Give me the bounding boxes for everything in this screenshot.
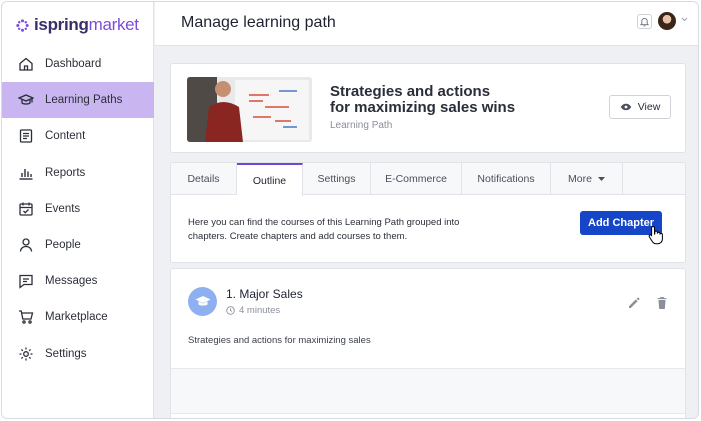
sidebar-item-reports[interactable]: Reports (2, 155, 154, 191)
home-icon (18, 56, 34, 72)
chevron-down-icon[interactable] (681, 17, 688, 22)
caret-down-icon (597, 177, 605, 181)
chapter-card: 1. Major Sales 4 minutes Strategies and … (170, 268, 686, 418)
chapter-title[interactable]: 1. Major Sales (226, 287, 303, 301)
sidebar-nav: Dashboard Learning Paths Content Reports (2, 46, 154, 372)
learning-path-thumbnail (187, 77, 312, 142)
tab-notifications[interactable]: Notifications (462, 163, 551, 195)
sidebar-item-dashboard[interactable]: Dashboard (2, 46, 154, 82)
sidebar-item-label: Settings (45, 347, 87, 360)
tab-label: Settings (317, 173, 356, 185)
logo-icon (16, 18, 29, 32)
tab-label: Details (187, 173, 220, 185)
outline-card: Details Outline Settings E-Commerce Noti… (170, 162, 686, 263)
sidebar-item-marketplace[interactable]: Marketplace (2, 299, 154, 335)
tab-label: More (568, 173, 592, 185)
tab-more[interactable]: More (551, 163, 623, 195)
sidebar-item-label: Events (45, 202, 81, 215)
bar-chart-icon (18, 165, 34, 181)
app-window: ispringmarket Dashboard Learning Paths C… (1, 1, 699, 419)
learning-path-title-line: for maximizing sales wins (330, 99, 516, 116)
chapter-graduation-cap-icon (188, 287, 217, 316)
cart-icon (18, 309, 34, 325)
notification-bell-icon[interactable] (637, 14, 652, 29)
pencil-icon[interactable] (628, 297, 640, 309)
sidebar-item-people[interactable]: People (2, 227, 154, 263)
sidebar-item-label: Dashboard (45, 58, 102, 70)
logo[interactable]: ispringmarket (15, 14, 139, 36)
sidebar-item-events[interactable]: Events (2, 191, 154, 227)
sidebar-item-label: Reports (45, 166, 86, 179)
logo-text-bold: ispring (34, 15, 89, 34)
gear-icon (18, 346, 34, 362)
calendar-icon (18, 201, 34, 217)
sidebar-item-content[interactable]: Content (2, 118, 154, 154)
tab-label: Outline (252, 174, 287, 187)
sidebar-item-label: Messages (45, 275, 98, 288)
sidebar-item-messages[interactable]: Messages (2, 263, 154, 299)
chapter-course-drop-area (171, 369, 685, 413)
sidebar: ispringmarket Dashboard Learning Paths C… (2, 2, 154, 418)
chapter-description: Strategies and actions for maximizing sa… (188, 335, 371, 346)
learning-path-title-line: Strategies and actions (330, 83, 491, 100)
sidebar-item-label: Learning Paths (45, 94, 123, 107)
view-button[interactable]: View (609, 95, 671, 119)
message-icon (18, 273, 34, 289)
graduation-cap-icon (18, 92, 34, 108)
divider (171, 413, 685, 414)
page-title: Manage learning path (181, 14, 336, 31)
sidebar-item-settings[interactable]: Settings (2, 336, 154, 372)
outline-description: Here you can find the courses of this Le… (188, 217, 460, 242)
learning-path-title: Strategies and actions for maximizing sa… (330, 84, 515, 116)
logo-text-light: market (88, 15, 139, 34)
tab-label: E-Commerce (385, 173, 447, 185)
clock-icon (226, 306, 235, 315)
sidebar-item-learning-paths[interactable]: Learning Paths (2, 82, 154, 119)
document-icon (18, 128, 34, 144)
chapter-duration: 4 minutes (226, 305, 280, 316)
hand-cursor-icon (648, 225, 663, 245)
add-chapter-label: Add Chapter (588, 217, 654, 229)
sidebar-item-label: Content (45, 130, 86, 143)
sidebar-item-label: People (45, 238, 81, 251)
tab-outline[interactable]: Outline (237, 163, 303, 196)
tab-details[interactable]: Details (171, 163, 237, 195)
tab-e-commerce[interactable]: E-Commerce (371, 163, 462, 195)
tab-bar: Details Outline Settings E-Commerce Noti… (171, 163, 685, 196)
chapter-duration-text: 4 minutes (239, 305, 281, 316)
learning-path-type: Learning Path (330, 120, 393, 131)
trash-icon[interactable] (657, 297, 667, 309)
view-button-label: View (637, 101, 661, 113)
person-icon (18, 237, 34, 253)
learning-path-card: Strategies and actions for maximizing sa… (170, 63, 686, 153)
avatar[interactable] (658, 12, 676, 30)
tab-settings[interactable]: Settings (303, 163, 371, 195)
tab-label: Notifications (477, 173, 535, 185)
sidebar-item-label: Marketplace (45, 311, 108, 324)
top-header: Manage learning path (155, 2, 698, 46)
eye-icon (620, 103, 631, 111)
